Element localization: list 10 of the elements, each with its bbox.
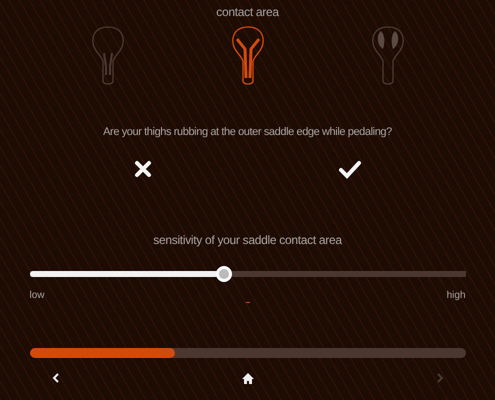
high-label: high	[446, 288, 466, 302]
home-button[interactable]	[242, 372, 254, 384]
question-text: Are your thighs rubbing at the outer saddle edge while pedaling?	[103, 125, 392, 140]
no-button[interactable]	[132, 158, 152, 178]
yes-button[interactable]	[338, 158, 362, 178]
low-label: low	[30, 288, 45, 302]
slider-label: sensitivity of your saddle contact area	[153, 232, 342, 248]
title: contact area	[216, 4, 279, 21]
back-button[interactable]	[52, 373, 60, 383]
slider-thumb[interactable]	[216, 266, 232, 282]
